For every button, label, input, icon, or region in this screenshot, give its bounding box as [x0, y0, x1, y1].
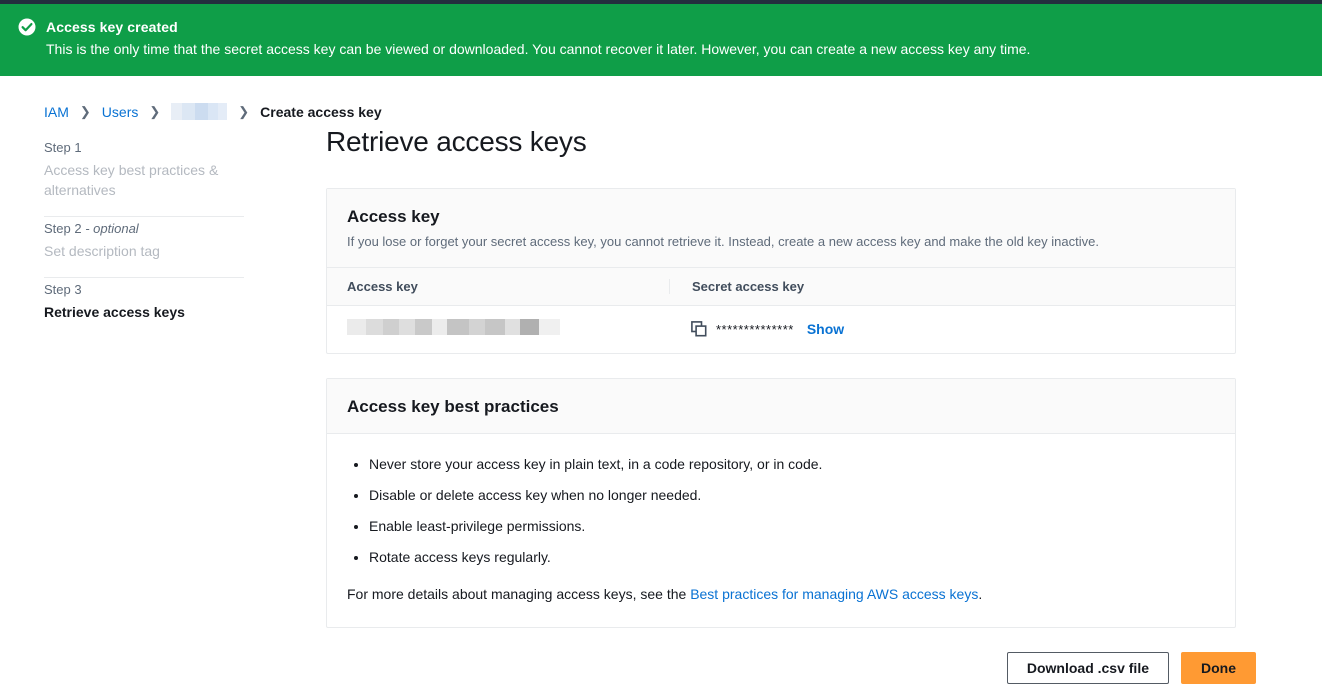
access-key-cell [347, 318, 669, 340]
breadcrumb-item-current: Create access key [260, 103, 382, 120]
done-button[interactable]: Done [1181, 651, 1256, 684]
table-header-row: Access key Secret access key [327, 267, 1235, 306]
banner-description: This is the only time that the secret ac… [46, 41, 1031, 58]
step-2-name: Set description tag [44, 243, 160, 260]
secret-access-key-cell: ************** Show [669, 321, 1215, 337]
step-2-label-text: Step 2 [44, 221, 82, 237]
footer-prefix-text: For more details about managing access k… [347, 585, 691, 602]
list-item: Enable least-privilege permissions. [369, 516, 1215, 537]
column-header-access-key: Access key [347, 278, 418, 294]
main-content: Retrieve access keys Access key If you l… [302, 126, 1302, 652]
step-3-label: Step 3 [44, 282, 82, 298]
download-csv-button[interactable]: Download .csv file [1006, 651, 1169, 684]
sidebar-step-1[interactable]: Step 1 Access key best practices & alter… [44, 136, 302, 217]
step-sidebar: Step 1 Access key best practices & alter… [44, 126, 302, 652]
footer-suffix-text: . [978, 585, 983, 602]
access-key-table: Access key Secret access key ***********… [327, 267, 1235, 353]
list-item: Disable or delete access key when no lon… [369, 485, 1215, 506]
step-2-label: Step 2 - optional [44, 221, 302, 236]
access-key-panel-header: Access key If you lose or forget your se… [327, 188, 1235, 268]
access-key-panel: Access key If you lose or forget your se… [326, 187, 1236, 354]
step-1-name: Access key best practices & alternatives [44, 161, 219, 198]
check-circle-icon [18, 18, 36, 36]
best-practices-panel: Access key best practices Never store yo… [326, 377, 1236, 628]
breadcrumb-item-users[interactable]: Users [102, 104, 139, 120]
copy-icon[interactable] [691, 321, 707, 337]
best-practices-panel-title: Access key best practices [347, 396, 559, 416]
show-secret-link[interactable]: Show [807, 321, 844, 337]
breadcrumb-separator: ❯ [149, 103, 161, 119]
best-practices-list: Never store your access key in plain tex… [347, 454, 1215, 568]
breadcrumb-item-iam[interactable]: IAM [44, 104, 69, 120]
step-3-name: Retrieve access keys [44, 304, 185, 321]
success-banner: Access key created This is the only time… [0, 4, 1322, 76]
secret-access-key-mask: ************** [716, 321, 794, 337]
step-1-label: Step 1 [44, 139, 82, 155]
best-practices-panel-body: Never store your access key in plain tex… [327, 434, 1235, 627]
breadcrumb-item-username-redacted[interactable] [171, 103, 228, 121]
page-title: Retrieve access keys [326, 125, 587, 157]
breadcrumb: IAM ❯ Users ❯ ❯ Create access key [0, 76, 1322, 126]
table-row: ************** Show [327, 306, 1235, 353]
breadcrumb-separator: ❯ [79, 103, 91, 119]
sidebar-step-3[interactable]: Step 3 Retrieve access keys [44, 278, 302, 338]
page-layout: Step 1 Access key best practices & alter… [0, 126, 1322, 652]
list-item: Rotate access keys regularly. [369, 547, 1215, 568]
best-practices-doc-link[interactable]: Best practices for managing AWS access k… [690, 586, 978, 602]
list-item: Never store your access key in plain tex… [369, 454, 1215, 475]
step-2-optional-text: - optional [85, 221, 139, 237]
access-key-panel-title: Access key [347, 206, 440, 226]
best-practices-footer: For more details about managing access k… [347, 584, 1215, 605]
footer-actions: Download .csv file Done [0, 651, 1322, 696]
column-header-secret-access-key: Secret access key [669, 278, 1215, 294]
access-key-panel-description: If you lose or forget your secret access… [347, 233, 1099, 249]
breadcrumb-separator: ❯ [238, 103, 250, 119]
sidebar-step-2[interactable]: Step 2 - optional Set description tag [44, 217, 302, 277]
access-key-value-redacted[interactable] [347, 318, 560, 335]
banner-title: Access key created [46, 19, 178, 35]
best-practices-panel-header: Access key best practices [327, 378, 1235, 434]
